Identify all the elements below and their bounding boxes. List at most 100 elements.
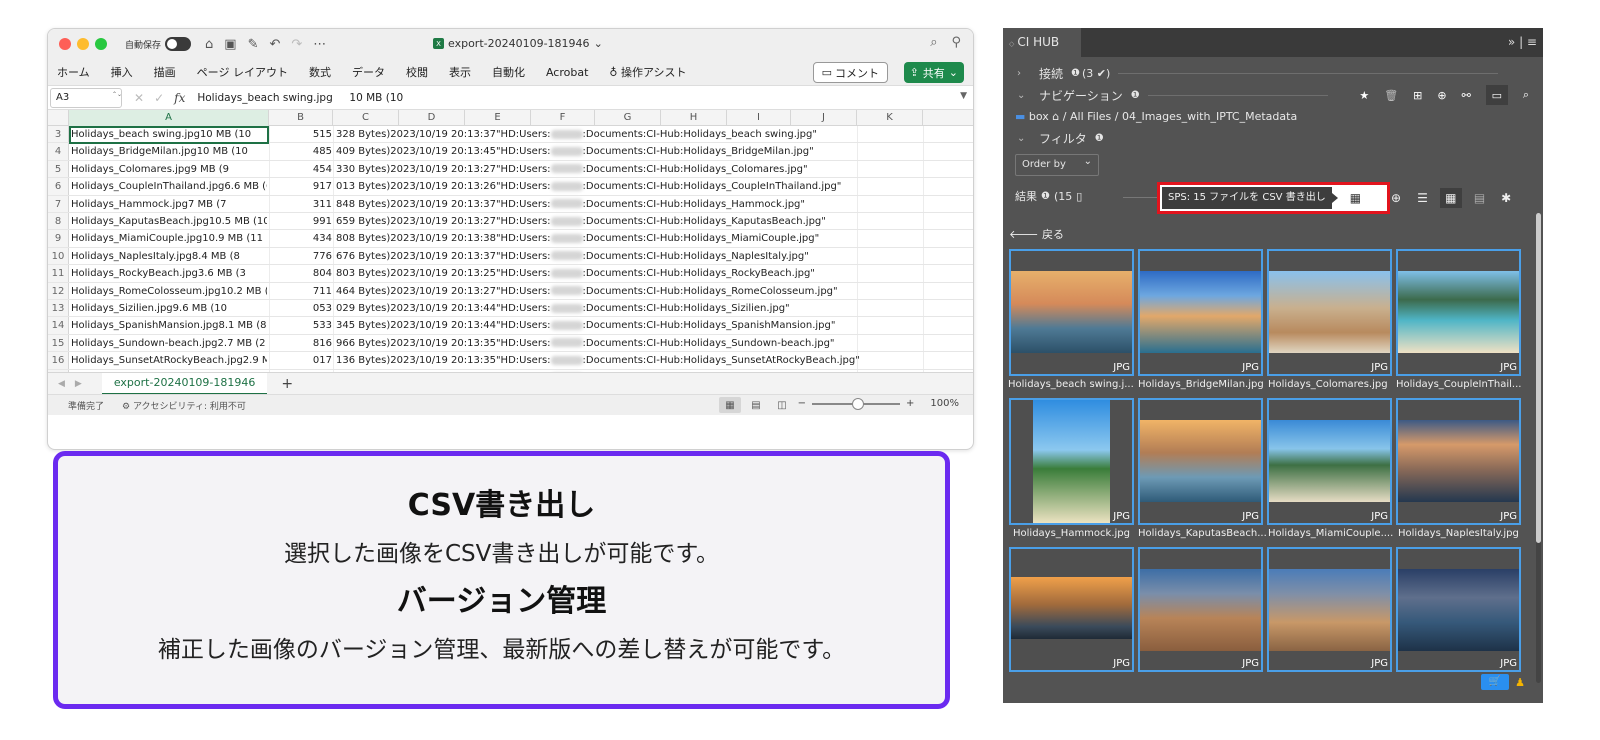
folder-icon[interactable]: ▭ <box>1485 85 1508 105</box>
tab-acrobat[interactable]: Acrobat <box>546 66 588 79</box>
thumbnail[interactable]: JPG <box>1009 398 1134 525</box>
grid-view-icon[interactable]: ▦ <box>1439 188 1462 208</box>
row-header[interactable]: 15 <box>48 334 69 352</box>
detail-view-icon[interactable]: ▤ <box>1474 191 1485 205</box>
trash-icon[interactable]: 🗑 <box>1384 89 1398 102</box>
column-header-e[interactable]: E <box>465 110 531 126</box>
section-filter[interactable]: ⌄ フィルタ ❶ <box>1017 128 1104 148</box>
cell-b[interactable]: 917 <box>270 178 332 195</box>
thumbnail[interactable]: JPG <box>1138 547 1263 672</box>
column-header-d[interactable]: D <box>399 110 465 126</box>
list-view-icon[interactable]: ☰ <box>1417 191 1428 205</box>
select-all-corner[interactable] <box>48 110 69 126</box>
cell-a[interactable]: Holidays_Sundown-beach.jpg2.7 MB (2 <box>71 335 267 352</box>
spreadsheet-grid[interactable]: A B C D E F G H I J K 3 Holidays_beach sw… <box>48 110 973 372</box>
thumbnail[interactable]: JPG <box>1267 249 1392 376</box>
thumbnail[interactable]: JPG <box>1396 398 1521 525</box>
share-button[interactable]: ⇪ 共有 ⌄ <box>903 62 964 83</box>
sheet-tab[interactable]: export-20240109-181946 <box>101 372 268 395</box>
star-icon[interactable]: ★ <box>1359 89 1369 102</box>
home-icon[interactable]: ⌂ <box>1052 110 1059 123</box>
tab-draw[interactable]: 描画 <box>154 64 176 80</box>
row-header[interactable]: 7 <box>48 195 69 212</box>
zoom-slider[interactable] <box>812 397 901 410</box>
home-icon[interactable]: ⌂ <box>205 37 213 52</box>
accessibility-status[interactable]: ⚙ アクセシビリティ: 利用不可 <box>122 399 246 412</box>
row-header[interactable]: 4 <box>48 143 69 160</box>
search-icon[interactable]: ⌕ <box>930 35 937 50</box>
cell-c[interactable]: 136 Bytes)2023/10/19 20:13:35"HD:Users::… <box>336 352 860 369</box>
cell-a[interactable]: Holidays_KaputasBeach.jpg10.5 MB (10 <box>71 213 267 230</box>
cell-b[interactable]: 804 <box>270 265 332 282</box>
zoom-in-icon[interactable]: + <box>906 398 914 409</box>
cell-b[interactable]: 017 <box>270 352 332 369</box>
tab-tell-me[interactable]: ♁ 操作アシスト <box>609 64 686 80</box>
cell-b[interactable]: 454 <box>270 161 332 178</box>
cell-a[interactable]: Holidays_Colomares.jpg9 MB (9 <box>71 161 267 178</box>
cell-a[interactable]: Holidays_BridgeMilan.jpg10 MB (10 <box>71 143 267 160</box>
column-header-g[interactable]: G <box>595 110 661 126</box>
row-header[interactable]: 13 <box>48 300 69 317</box>
cell-a[interactable]: Holidays_SpanishMansion.jpg8.1 MB (8 <box>71 317 267 334</box>
cell-c[interactable]: 013 Bytes)2023/10/19 20:13:26"HD:Users::… <box>336 178 841 195</box>
thumbnail[interactable]: JPG <box>1396 249 1521 376</box>
cell-a[interactable]: Holidays_CoupleInThailand.jpg6.6 MB (6 <box>71 178 267 195</box>
column-header-i[interactable]: I <box>727 110 791 126</box>
sheet-prev-icon[interactable]: ◀ <box>58 379 65 389</box>
link-icon[interactable]: ⚯ <box>1462 89 1471 102</box>
name-box[interactable]: A3 <box>50 87 122 108</box>
back-button[interactable]: 🡐 戻る <box>1009 226 1064 242</box>
expand-formula-icon[interactable]: ▼ <box>960 91 967 101</box>
tab-data[interactable]: データ <box>352 64 385 80</box>
settings-icon[interactable]: ✱ <box>1501 191 1511 205</box>
column-header-k[interactable]: K <box>857 110 923 126</box>
zoom-in-icon[interactable]: ⊕ <box>1437 89 1446 102</box>
section-navigation[interactable]: ⌄ ナビゲーション ❶ <box>1017 85 1328 105</box>
panel-menu-icon[interactable]: » | ≡ <box>1508 35 1537 49</box>
zoom-slider-handle[interactable] <box>852 397 865 410</box>
tab-page-layout[interactable]: ページ レイアウト <box>197 64 288 80</box>
undo-icon[interactable]: ↶ <box>269 37 280 52</box>
edit-icon[interactable]: ✎ <box>248 37 259 52</box>
add-icon[interactable]: ⊕ <box>1391 191 1401 205</box>
row-header[interactable]: 8 <box>48 213 69 230</box>
zoom-out-icon[interactable]: − <box>798 398 806 409</box>
thumbnail[interactable]: JPG <box>1138 249 1263 376</box>
confirm-icon[interactable]: ✓ <box>154 91 164 105</box>
cell-b[interactable]: 816 <box>270 335 332 352</box>
column-header-c[interactable]: C <box>333 110 399 126</box>
row-header[interactable]: 3 <box>48 126 69 143</box>
search-icon[interactable]: ⌕ <box>1523 88 1529 102</box>
tab-insert[interactable]: 挿入 <box>111 64 133 80</box>
formula-input[interactable]: Holidays_beach swing.jpg 10 MB (10 <box>197 92 403 104</box>
column-header-j[interactable]: J <box>791 110 857 126</box>
cell-a[interactable]: Holidays_NaplesItaly.jpg8.4 MB (8 <box>71 248 267 265</box>
normal-view-icon[interactable]: ▦ <box>719 397 741 413</box>
breadcrumb-path[interactable]: / All Files / 04_Images_with_IPTC_Metada… <box>1063 110 1297 123</box>
cell-a[interactable]: Holidays_SunsetAtRockyBeach.jpg2.9 M <box>71 352 267 369</box>
cell-c[interactable]: 848 Bytes)2023/10/19 20:13:37"HD:Users::… <box>336 196 805 213</box>
row-header[interactable]: 5 <box>48 160 69 178</box>
cell-b[interactable]: 991 <box>270 213 332 230</box>
column-header-h[interactable]: H <box>661 110 727 126</box>
cell-b[interactable]: 053 <box>270 300 332 317</box>
fx-icon[interactable]: fx <box>174 91 185 105</box>
selected-cell-a3[interactable] <box>69 126 269 144</box>
autosave-toggle[interactable] <box>165 37 192 51</box>
row-header[interactable]: 10 <box>48 247 69 265</box>
cell-c[interactable]: 345 Bytes)2023/10/19 20:13:44"HD:Users::… <box>336 317 835 334</box>
row-header[interactable]: 14 <box>48 317 69 334</box>
redo-icon[interactable]: ↷ <box>291 37 302 52</box>
cell-a[interactable]: Holidays_RockyBeach.jpg3.6 MB (3 <box>71 265 267 282</box>
row-header[interactable]: 16 <box>48 352 69 369</box>
thumbnail[interactable]: JPG <box>1267 547 1392 672</box>
cell-a[interactable]: Holidays_Sizilien.jpg9.6 MB (10 <box>71 300 267 317</box>
cell-c[interactable]: 659 Bytes)2023/10/19 20:13:27"HD:Users::… <box>336 213 826 230</box>
cell-a[interactable]: Holidays_MiamiCouple.jpg10.9 MB (11 <box>71 230 267 247</box>
panel-tab[interactable]: CI HUB <box>1003 28 1081 57</box>
page-layout-view-icon[interactable]: ▤ <box>745 397 767 413</box>
add-folder-icon[interactable]: ⊞ <box>1413 89 1422 102</box>
cell-c[interactable]: 330 Bytes)2023/10/19 20:13:27"HD:Users::… <box>336 161 808 178</box>
cell-b[interactable]: 434 <box>270 230 332 247</box>
cell-c[interactable]: 328 Bytes)2023/10/19 20:13:37"HD:Users::… <box>336 126 817 143</box>
